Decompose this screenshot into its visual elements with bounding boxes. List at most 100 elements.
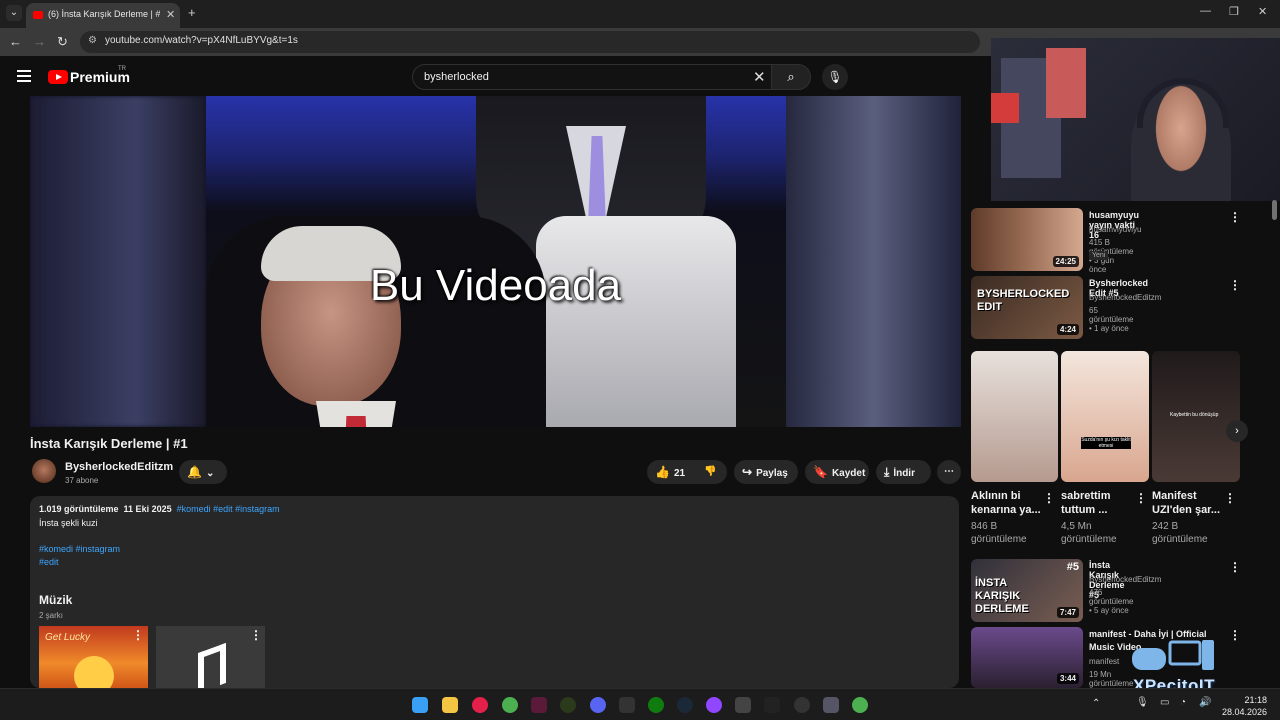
restore-icon[interactable]: ❐ [1229, 5, 1239, 18]
chevron-down-icon: ⌄ [205, 468, 215, 479]
like-count[interactable]: 21 [674, 468, 685, 479]
headphones [1137, 78, 1229, 128]
minimize-icon[interactable]: — [1200, 5, 1211, 17]
app-icon[interactable] [560, 697, 576, 713]
new-tab-button[interactable]: + [188, 5, 196, 20]
description-text: İnsta şekli kuzi [39, 518, 98, 528]
more-vert-icon[interactable]: ⋮ [132, 628, 144, 642]
subscriber-count: 37 abone [65, 476, 99, 485]
chrome-icon[interactable] [852, 697, 868, 713]
video-thumbnail[interactable]: 3:44 [971, 627, 1083, 688]
app-icon[interactable] [764, 697, 780, 713]
thumbnail-text: BYSHERLOCKED EDIT [977, 288, 1070, 313]
tray-chevron-icon[interactable]: ⌃ [1092, 698, 1100, 709]
save-button[interactable]: 🔖 Kaydet [805, 460, 869, 484]
new-badge: Yeni [1089, 251, 1109, 260]
short-views: 4,5 Mn görüntüleme [1061, 521, 1117, 545]
search-query: bysherlocked [424, 71, 489, 83]
tab-search-button[interactable]: ⌄ [6, 5, 22, 21]
app-icon[interactable] [735, 697, 751, 713]
clock-date: 28.04.2026 [1222, 707, 1268, 717]
chrome-icon[interactable] [502, 697, 518, 713]
browser-tab[interactable]: (6) İnsta Karışık Derleme | #1 - YouTube… [26, 3, 180, 28]
search-input[interactable]: bysherlocked ✕ [412, 64, 772, 90]
app-icon[interactable] [823, 697, 839, 713]
share-icon: ↪ [742, 465, 753, 479]
more-actions-button[interactable]: ⋯ [937, 460, 961, 484]
description-tags-2[interactable]: #edit [39, 557, 59, 567]
tab-close-icon[interactable]: ✕ [166, 8, 175, 21]
short-title[interactable]: Aklının bi kenarına ya... [971, 489, 1041, 517]
system-clock[interactable]: 21:18 28.04.2026 [1222, 694, 1267, 718]
volume-icon[interactable]: 🔊 [1199, 697, 1211, 708]
microphone-tray-icon[interactable]: 🎙 [1136, 697, 1149, 708]
duration: 4:24 [1056, 324, 1079, 335]
short-thumbnail[interactable]: Suzda'nın şu kızı taklit etmesi [1061, 351, 1149, 482]
back-icon[interactable]: ← [9, 34, 22, 49]
url-field[interactable]: ⚙ youtube.com/watch?v=pX4NfLuBYVg&t=1s [80, 31, 980, 53]
notification-bell-button[interactable]: 🔔 ⌄ [179, 460, 227, 484]
video-thumbnail[interactable]: İNSTA KARIŞIK DERLEME #5 7:47 [971, 559, 1083, 622]
app-icon[interactable] [706, 697, 722, 713]
more-vert-icon[interactable]: ⋮ [1229, 560, 1241, 574]
next-shorts-button[interactable]: › [1226, 420, 1248, 442]
reload-icon[interactable]: ↻ [57, 34, 68, 50]
more-vert-icon[interactable]: ⋮ [1043, 491, 1055, 505]
like-dislike-button: 👍 21 👎 [647, 460, 727, 484]
more-vert-icon[interactable]: ⋮ [1229, 628, 1241, 642]
video-player[interactable]: Bu Videoada [30, 96, 961, 427]
channel-avatar[interactable] [32, 459, 56, 483]
clear-search-icon[interactable]: ✕ [753, 68, 766, 86]
search-button[interactable]: ⌕ [771, 64, 811, 90]
more-vert-icon[interactable]: ⋮ [250, 628, 262, 642]
bell-icon: 🔔 [187, 465, 202, 479]
short-thumbnail[interactable]: Kaybettin bu dönüşüp [1152, 351, 1240, 482]
share-button[interactable]: ↪ Paylaş [734, 460, 798, 484]
short-caption: Suzda'nın şu kızı taklit etmesi [1081, 437, 1131, 449]
channel-name[interactable]: husamviyuviyu [1089, 225, 1141, 234]
media-player-icon[interactable] [472, 697, 488, 713]
start-icon[interactable] [412, 697, 428, 713]
download-button[interactable]: ⤓ İndir [876, 460, 931, 484]
more-vert-icon[interactable]: ⋮ [1224, 491, 1236, 505]
description-tags[interactable]: #komedi #instagram [39, 544, 120, 554]
thumbnail-text: İNSTA KARIŞIK DERLEME [975, 577, 1029, 615]
xbox-icon[interactable] [648, 697, 664, 713]
sign [991, 93, 1019, 123]
more-vert-icon[interactable]: ⋮ [1135, 491, 1147, 505]
more-vert-icon[interactable]: ⋮ [1229, 278, 1241, 292]
channel-name[interactable]: BysherlockedEditzm [1089, 293, 1161, 302]
video-meta: 476 görüntüleme • 5 ay önce [1089, 588, 1134, 615]
steam-icon[interactable] [677, 697, 693, 713]
youtube-header: Premium TR bysherlocked ✕ ⌕ 🎙 [0, 56, 990, 96]
forward-icon[interactable]: → [33, 34, 46, 49]
short-thumbnail[interactable] [971, 351, 1058, 482]
sidebar-scrollbar[interactable] [1272, 200, 1277, 220]
site-info-icon[interactable]: ⚙ [88, 35, 97, 46]
short-title[interactable]: Manifest UZI'den şar... [1152, 489, 1222, 517]
channel-name[interactable]: manifest [1089, 657, 1119, 666]
channel-name[interactable]: BysherlockedEditzm [1089, 575, 1161, 584]
thumbs-down-icon[interactable]: 👎 [704, 460, 716, 484]
video-thumbnail[interactable]: 24:25 [971, 208, 1083, 271]
channel-name[interactable]: BysherlockedEditzm [65, 461, 173, 473]
short-title[interactable]: sabrettim tuttum ... [1061, 489, 1126, 517]
song-card[interactable]: ⋮ [156, 626, 265, 694]
thumbs-up-icon[interactable]: 👍 [655, 460, 670, 484]
description-meta: 1.019 görüntüleme 11 Eki 2025 #komedi #e… [39, 504, 280, 514]
hashtags-inline[interactable]: #komedi #edit #instagram [177, 504, 280, 514]
youtube-logo-icon[interactable] [48, 70, 68, 84]
description-box[interactable]: 1.019 görüntüleme 11 Eki 2025 #komedi #e… [30, 496, 959, 696]
wifi-icon[interactable]: ◔ [1180, 697, 1186, 708]
voice-search-button[interactable]: 🎙 [822, 64, 848, 90]
close-window-icon[interactable]: ✕ [1258, 5, 1267, 18]
menu-icon[interactable] [17, 70, 31, 85]
app-icon[interactable] [794, 697, 810, 713]
app-icon[interactable] [531, 697, 547, 713]
battery-icon[interactable]: ▭ [1160, 697, 1169, 708]
epic-games-icon[interactable] [619, 697, 635, 713]
video-thumbnail[interactable]: BYSHERLOCKED EDIT 4:24 [971, 276, 1083, 339]
file-explorer-icon[interactable] [442, 697, 458, 713]
more-vert-icon[interactable]: ⋮ [1229, 210, 1241, 224]
discord-icon[interactable] [590, 697, 606, 713]
